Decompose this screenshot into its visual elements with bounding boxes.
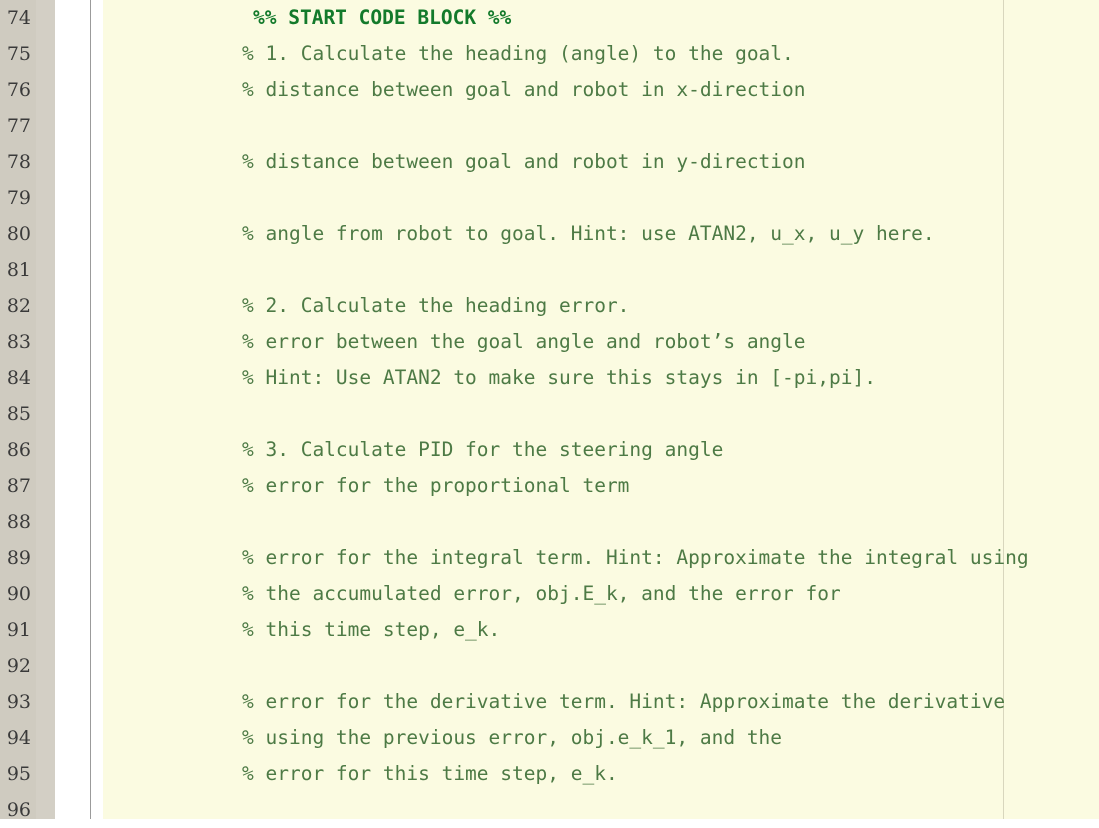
line-number-gutter[interactable]: 74 75 76 77 78 79 80 81 82 83 84 85 86 87 88 89 90 91 92 93… [0, 0, 36, 821]
line-number: 87 [6, 475, 31, 497]
code-line[interactable]: % error for the derivative term. Hint: A… [103, 684, 1099, 720]
line-number: 85 [6, 403, 31, 425]
line-number: 95 [6, 763, 31, 785]
line-number: 91 [6, 619, 31, 641]
gutter-fold-margin[interactable] [55, 0, 90, 819]
gutter-breakpoint-strip[interactable] [36, 0, 55, 819]
line-number: 81 [6, 259, 31, 281]
code-line[interactable]: % 3. Calculate PID for the steering angl… [103, 432, 1099, 468]
line-number: 96 [6, 799, 31, 821]
code-line[interactable]: % Hint: Use ATAN2 to make sure this stay… [103, 360, 1099, 396]
gutter-left-pad [91, 0, 103, 819]
code-line[interactable]: % distance between goal and robot in y-d… [103, 144, 1099, 180]
line-number: 80 [6, 223, 31, 245]
code-line[interactable]: % error for this time step, e_k. [103, 756, 1099, 792]
line-number: 90 [6, 583, 31, 605]
code-editor: 74 75 76 77 78 79 80 81 82 83 84 85 86 87 88 89 90 91 92 93… [0, 0, 1099, 821]
code-line[interactable] [103, 108, 1099, 144]
code-line[interactable]: % the accumulated error, obj.E_k, and th… [103, 576, 1099, 612]
code-line[interactable] [103, 252, 1099, 288]
code-line[interactable]: % error for the integral term. Hint: App… [103, 540, 1099, 576]
code-line-section[interactable]: %% START CODE BLOCK %% [103, 0, 1099, 36]
line-number: 93 [6, 691, 31, 713]
code-line[interactable]: % 1. Calculate the heading (angle) to th… [103, 36, 1099, 72]
code-line[interactable] [103, 396, 1099, 432]
line-number: 83 [6, 331, 31, 353]
line-number: 77 [6, 115, 31, 137]
line-number: 76 [6, 79, 31, 101]
code-line[interactable]: % error between the goal angle and robot… [103, 324, 1099, 360]
line-number: 78 [6, 151, 31, 173]
code-line[interactable]: % distance between goal and robot in x-d… [103, 72, 1099, 108]
code-line[interactable]: % error for the proportional term [103, 468, 1099, 504]
line-number: 75 [6, 43, 31, 65]
code-line[interactable] [103, 504, 1099, 540]
line-number: 88 [6, 511, 31, 533]
code-line[interactable] [103, 648, 1099, 684]
line-number: 84 [6, 367, 31, 389]
code-line[interactable]: % angle from robot to goal. Hint: use AT… [103, 216, 1099, 252]
line-number: 94 [6, 727, 31, 749]
code-text-area[interactable]: %% START CODE BLOCK %%% 1. Calculate the… [103, 0, 1099, 819]
line-number: 79 [6, 187, 31, 209]
line-number: 92 [6, 655, 31, 677]
line-number: 82 [6, 295, 31, 317]
code-line[interactable] [103, 180, 1099, 216]
code-line[interactable]: % using the previous error, obj.e_k_1, a… [103, 720, 1099, 756]
code-line[interactable] [103, 792, 1099, 819]
line-number: 86 [6, 439, 31, 461]
code-line[interactable]: % this time step, e_k. [103, 612, 1099, 648]
code-line[interactable]: % 2. Calculate the heading error. [103, 288, 1099, 324]
line-number: 74 [6, 7, 31, 29]
line-number: 89 [6, 547, 31, 569]
